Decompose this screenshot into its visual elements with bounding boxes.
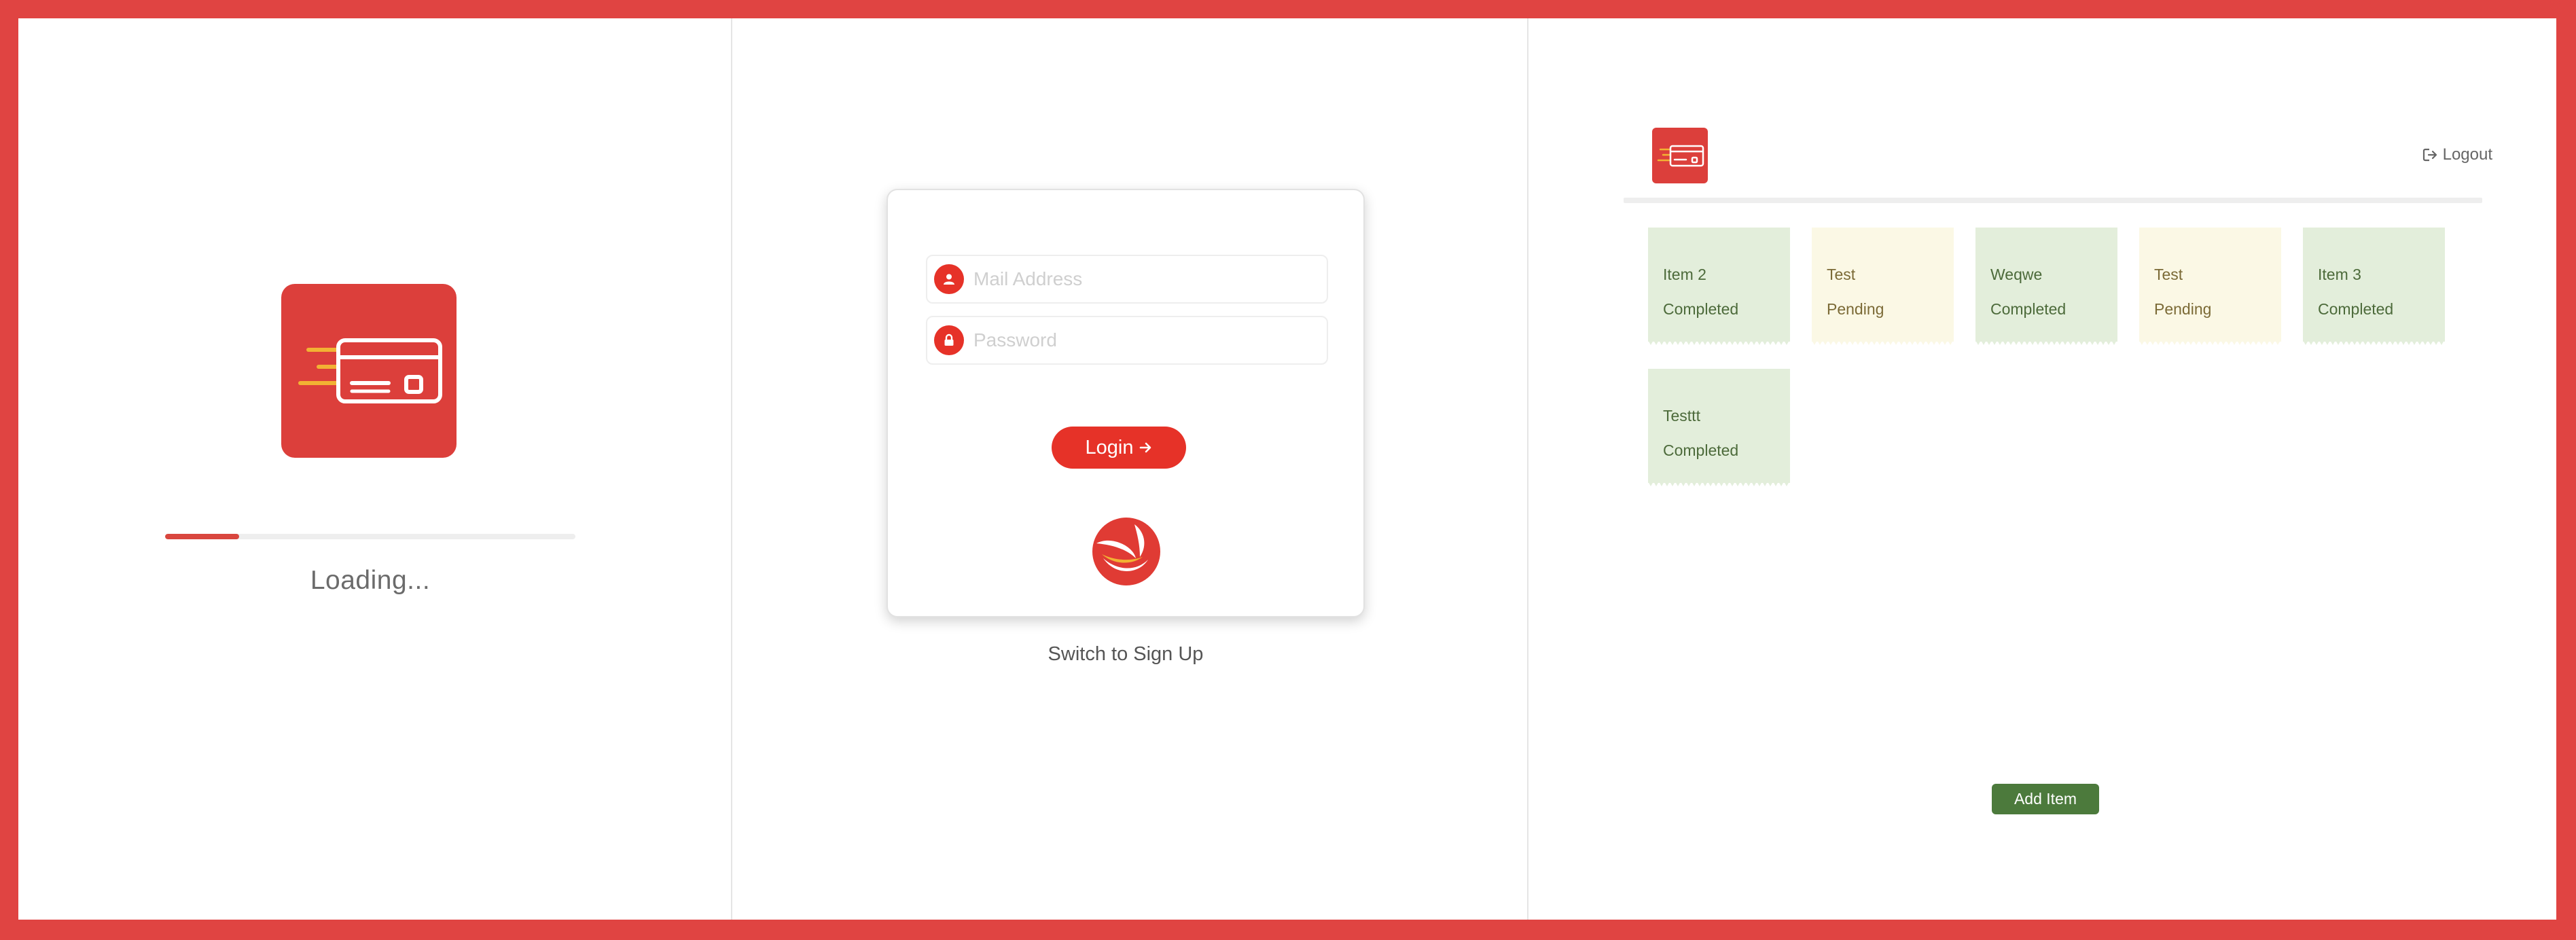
email-input[interactable] [973, 268, 1327, 290]
loading-progress-bar [165, 534, 575, 539]
switch-to-signup-link[interactable]: Switch to Sign Up [887, 643, 1365, 666]
torn-edge [2303, 340, 2445, 345]
arrow-right-icon [1140, 442, 1151, 453]
app-frame: Loading... Mail Address Login Switch to … [18, 18, 2556, 920]
items-panel: Logout Item 2 Completed Test Pending Weq… [1528, 18, 2556, 920]
item-title: Weqwe [1990, 266, 2043, 283]
add-item-button[interactable]: Add Item [1992, 784, 2099, 814]
login-card: Login [887, 189, 1365, 617]
item-card[interactable]: Testtt Completed [1648, 369, 1790, 486]
user-icon [934, 264, 964, 294]
item-card[interactable]: Item 3 Completed [2303, 228, 2445, 345]
login-button[interactable]: Login [1052, 427, 1186, 469]
credit-card-app-icon [281, 284, 457, 458]
item-card[interactable]: Test Pending [1812, 228, 1954, 345]
item-title: Test [2154, 266, 2183, 283]
torn-edge [2139, 340, 2281, 345]
item-card[interactable]: Weqwe Completed [1975, 228, 2117, 345]
loading-panel: Loading... [18, 18, 732, 920]
item-status: Pending [2154, 300, 2212, 318]
password-input[interactable] [973, 329, 1327, 351]
item-status: Pending [1827, 300, 1884, 318]
brand-logo [1092, 518, 1160, 585]
login-button-label: Login [1085, 436, 1134, 458]
item-title: Item 3 [2318, 266, 2361, 283]
lock-icon [934, 325, 964, 355]
credit-card-icon [1657, 145, 1704, 167]
item-title: Test [1827, 266, 1856, 283]
login-panel: Login Switch to Sign Up [732, 18, 1528, 920]
loading-progress-fill [165, 534, 239, 539]
header-divider [1624, 198, 2482, 203]
logout-button[interactable]: Logout [2422, 145, 2492, 164]
item-status: Completed [1990, 300, 2067, 318]
item-status: Completed [1663, 300, 1739, 318]
item-status: Completed [1663, 441, 1739, 459]
sign-out-icon [2422, 148, 2437, 162]
logout-label: Logout [2442, 145, 2492, 164]
torn-edge [1975, 340, 2117, 345]
password-field[interactable] [926, 316, 1328, 365]
item-status: Completed [2318, 300, 2394, 318]
credit-card-icon [298, 338, 442, 403]
email-field[interactable] [926, 255, 1328, 304]
torn-edge [1648, 340, 1790, 345]
item-title: Testtt [1663, 407, 1700, 424]
item-title: Item 2 [1663, 266, 1706, 283]
torn-edge [1812, 340, 1954, 345]
item-card[interactable]: Test Pending [2139, 228, 2281, 345]
item-card[interactable]: Item 2 Completed [1648, 228, 1790, 345]
credit-card-app-icon [1652, 128, 1708, 183]
torn-edge [1648, 482, 1790, 486]
loading-status-text: Loading... [310, 566, 431, 595]
